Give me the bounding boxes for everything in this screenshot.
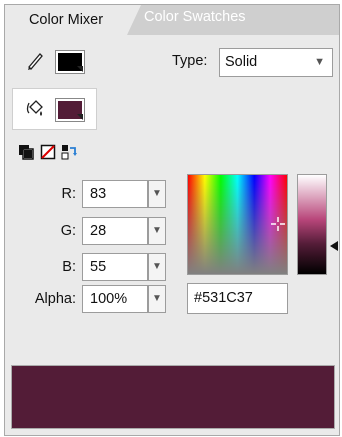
blue-input[interactable]: 55 xyxy=(82,253,148,281)
stroke-color-swatch[interactable] xyxy=(55,50,85,74)
green-label: G: xyxy=(60,223,76,239)
tab-color-mixer[interactable]: Color Mixer xyxy=(5,5,141,35)
alpha-input[interactable]: 100% xyxy=(82,285,148,313)
red-label: R: xyxy=(61,186,77,202)
chevron-down-icon: ▼ xyxy=(314,56,325,68)
alpha-label: Alpha: xyxy=(34,291,76,307)
crosshair-icon xyxy=(271,217,285,231)
fill-color-swatch[interactable] xyxy=(55,98,85,122)
color-preview xyxy=(11,365,335,429)
pencil-icon[interactable] xyxy=(25,49,47,71)
swap-colors-icon[interactable] xyxy=(61,144,77,160)
type-label: Type: xyxy=(172,53,208,69)
alpha-dropdown-icon[interactable]: ▼ xyxy=(148,285,166,313)
type-select[interactable]: Solid ▼ xyxy=(219,48,333,77)
type-select-value: Solid xyxy=(225,54,258,70)
brightness-slider[interactable] xyxy=(297,174,327,275)
blue-dropdown-icon[interactable]: ▼ xyxy=(148,253,166,281)
red-input[interactable]: 83 xyxy=(82,180,148,208)
dropdown-arrow-icon xyxy=(77,114,83,120)
tab-color-swatches[interactable]: Color Swatches xyxy=(144,9,246,29)
paint-bucket-icon[interactable] xyxy=(24,97,46,119)
blue-label: B: xyxy=(62,259,76,275)
green-dropdown-icon[interactable]: ▼ xyxy=(148,217,166,245)
black-white-swatch-icon[interactable] xyxy=(18,144,34,160)
dropdown-arrow-icon xyxy=(77,66,83,72)
red-dropdown-icon[interactable]: ▼ xyxy=(148,180,166,208)
hex-input[interactable]: #531C37 xyxy=(187,283,288,314)
green-input[interactable]: 28 xyxy=(82,217,148,245)
no-color-icon[interactable] xyxy=(40,144,56,160)
brightness-pointer-icon[interactable] xyxy=(330,241,338,251)
